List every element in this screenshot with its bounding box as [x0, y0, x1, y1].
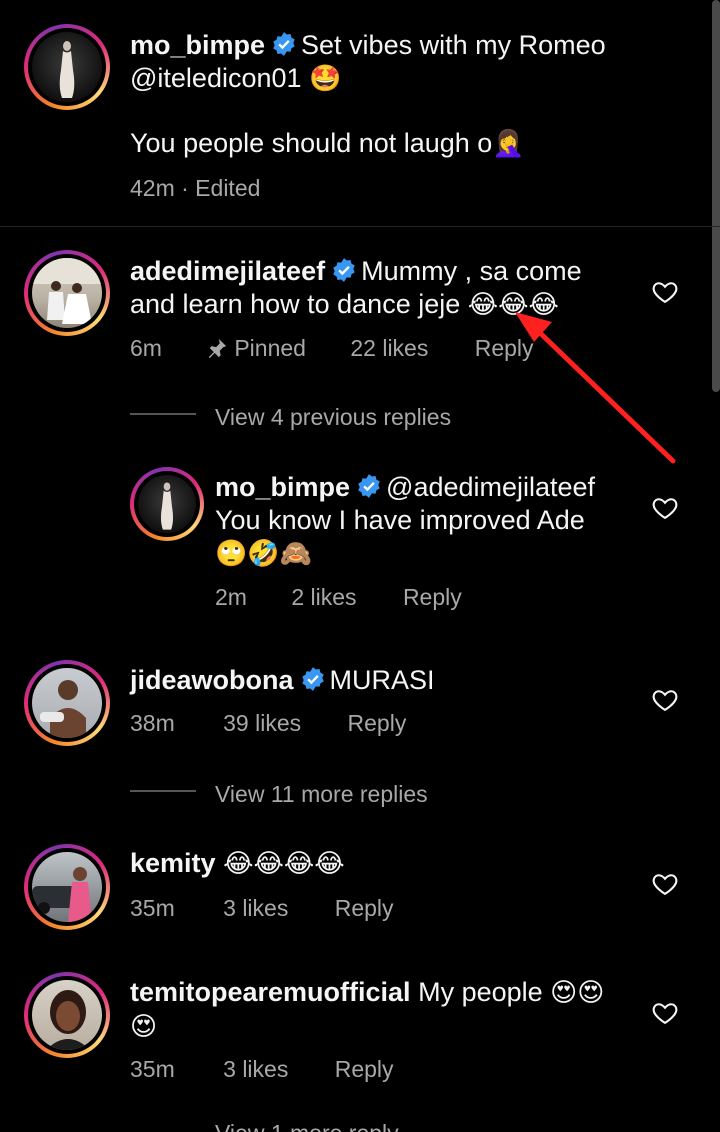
heart-outline-icon[interactable]	[651, 999, 679, 1027]
comment-username[interactable]: temitopearemuofficial	[130, 977, 411, 1007]
verified-badge-icon	[301, 667, 324, 691]
caption-mention[interactable]: @iteledicon01	[130, 63, 302, 93]
comment-username[interactable]: jideawobona	[130, 665, 294, 695]
comment-time: 35m	[130, 895, 175, 921]
comment-time: 38m	[130, 710, 175, 736]
heart-outline-icon[interactable]	[651, 278, 679, 306]
comment-line1: MURASI	[329, 665, 435, 695]
comment-likes[interactable]: 3 likes	[223, 1056, 288, 1083]
facepalm-emoji: 🤦‍♀️	[492, 129, 525, 159]
laughing-emoji: 😂😂😂	[467, 290, 559, 320]
reply-button[interactable]: Reply	[475, 335, 534, 362]
comment-likes[interactable]: 39 likes	[223, 710, 301, 737]
pin-icon	[209, 338, 227, 359]
view-more-reply[interactable]: View 1 more reply	[215, 1120, 399, 1132]
comment-avatar-kemity[interactable]	[24, 844, 110, 930]
heart-eyes-emoji: 😍😍	[550, 978, 605, 1008]
scrollbar[interactable]	[712, 0, 720, 392]
heart-outline-icon[interactable]	[651, 870, 679, 898]
heart-outline-icon[interactable]	[651, 494, 679, 522]
comment-meta-jideawobona: 38m 39 likes Reply	[130, 710, 406, 737]
comment-time: 6m	[130, 335, 162, 361]
comment-meta-adedimejilateef: 6m Pinned 22 likes Reply	[130, 335, 534, 362]
reply-button[interactable]: Reply	[403, 584, 462, 611]
comment-likes[interactable]: 22 likes	[350, 335, 428, 362]
reply-mention[interactable]: @adedimejilateef	[386, 472, 595, 502]
caption-line1: Set vibes with my Romeo	[301, 30, 606, 60]
comment-username[interactable]: kemity	[130, 848, 216, 878]
verified-badge-icon	[358, 474, 380, 498]
reply-likes[interactable]: 2 likes	[291, 584, 356, 611]
star-eyes-emoji: 🤩	[309, 64, 342, 94]
reply-button[interactable]: Reply	[335, 1056, 394, 1083]
caption-avatar[interactable]	[24, 24, 110, 110]
caption-text: mo_bimpe Set vibes with my Romeo @iteledi…	[130, 29, 650, 96]
verified-badge-icon	[273, 32, 295, 56]
reply-emojis: 🙄🤣🙈	[215, 539, 313, 569]
reply-avatar-mo_bimpe[interactable]	[130, 467, 204, 541]
caption-line3: You people should not laugh o🤦‍♀️	[130, 127, 525, 161]
view-more-replies[interactable]: View 11 more replies	[215, 781, 428, 808]
reply-time: 2m	[215, 584, 247, 610]
heart-eyes-emoji: 😍	[130, 1012, 158, 1042]
comment-avatar-temitopearemuofficial[interactable]	[24, 972, 110, 1058]
verified-badge-icon	[333, 258, 355, 282]
reply-username[interactable]: mo_bimpe	[215, 472, 350, 502]
laughing-emoji: 😂😂😂😂	[223, 849, 345, 879]
comment-avatar-jideawobona[interactable]	[24, 660, 110, 746]
comment-avatar-adedimejilateef[interactable]	[24, 250, 110, 336]
comment-meta-temitopearemuofficial: 35m 3 likes Reply	[130, 1056, 394, 1083]
comment-line1: Mummy , sa come	[361, 256, 582, 286]
comment-username[interactable]: adedimejilateef	[130, 256, 325, 286]
comment-time: 35m	[130, 1056, 175, 1082]
comment-text-kemity: kemity 😂😂😂😂	[130, 847, 345, 881]
caption-line3-text: You people should not laugh o	[130, 128, 493, 158]
reply-button[interactable]: Reply	[348, 710, 407, 737]
comment-text-temitopearemuofficial: temitopearemuofficial My people 😍😍 😍	[130, 976, 640, 1044]
comment-line2: and learn how to dance jeje	[130, 289, 461, 319]
comments-screen: mo_bimpe Set vibes with my Romeo @iteledi…	[0, 0, 720, 1132]
pinned-label: Pinned	[206, 335, 306, 362]
comment-meta-kemity: 35m 3 likes Reply	[130, 895, 394, 922]
comment-text-adedimejilateef: adedimejilateef Mummy , sa come and learn…	[130, 255, 650, 322]
reply-button[interactable]: Reply	[335, 895, 394, 922]
caption-meta: 42m · Edited	[130, 175, 261, 201]
reply-meta-mo_bimpe: 2m 2 likes Reply	[215, 584, 462, 611]
view-previous-replies[interactable]: View 4 previous replies	[215, 404, 451, 431]
reply-text-mo_bimpe: mo_bimpe @adedimejilateef You know I have…	[215, 471, 645, 571]
caption-username[interactable]: mo_bimpe	[130, 30, 265, 60]
view-replies-line	[130, 413, 196, 415]
pinned-text: Pinned	[234, 335, 306, 361]
comment-text-jideawobona: jideawobona MURASI	[130, 664, 435, 697]
view-replies-line	[130, 790, 196, 792]
comment-likes[interactable]: 3 likes	[223, 895, 288, 922]
comment-line1: My people	[418, 977, 543, 1007]
reply-line2: You know I have improved Ade	[215, 505, 585, 535]
caption-divider	[0, 226, 720, 227]
heart-outline-icon[interactable]	[651, 686, 679, 714]
